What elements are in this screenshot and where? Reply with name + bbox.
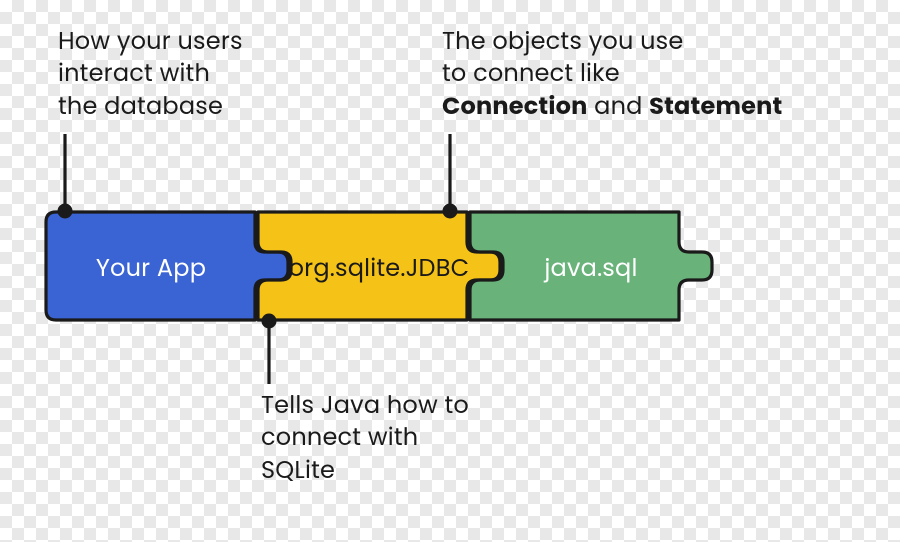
leader-dot: [443, 204, 458, 219]
piece-label-jdbc: org.sqlite.JDBC: [288, 251, 470, 286]
piece-label-javasql: java.sql: [500, 251, 682, 286]
piece-label-your-app: Your App: [46, 251, 256, 286]
leader-dot: [58, 204, 73, 219]
leader-dot: [262, 314, 277, 329]
diagram-stage: How your users interact with the databas…: [0, 0, 900, 542]
